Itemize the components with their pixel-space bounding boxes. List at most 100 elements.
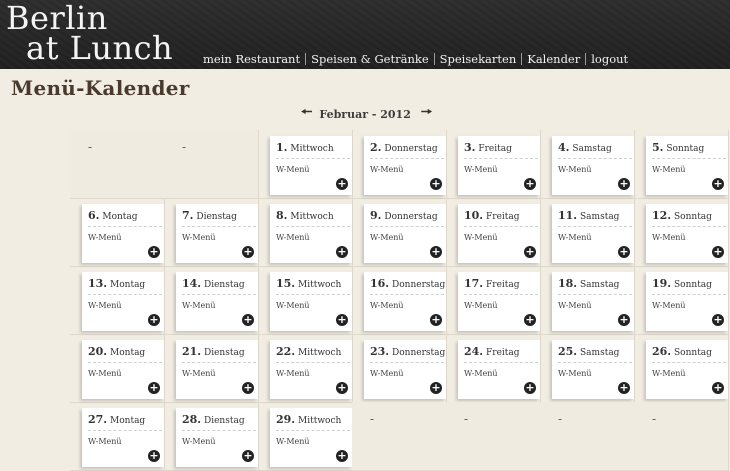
- add-menu-plus-icon[interactable]: +: [242, 314, 254, 326]
- menu-entry-link[interactable]: W-Menü: [652, 165, 686, 174]
- menu-entry-link[interactable]: W-Menü: [558, 233, 592, 242]
- day-card[interactable]: 8. Mittwoch W-Menü +: [270, 204, 352, 263]
- nav-speisekarten[interactable]: Speisekarten: [440, 52, 517, 66]
- day-card[interactable]: 16. Donnerstag W-Menü +: [364, 272, 446, 331]
- day-card[interactable]: 21. Dienstag W-Menü +: [176, 340, 258, 399]
- menu-entry-link[interactable]: W-Menü: [182, 369, 216, 378]
- add-menu-plus-icon[interactable]: +: [712, 178, 724, 190]
- add-menu-plus-icon[interactable]: +: [242, 246, 254, 258]
- day-card[interactable]: 25. Samstag W-Menü +: [552, 340, 634, 399]
- menu-entry-link[interactable]: W-Menü: [652, 301, 686, 310]
- add-menu-plus-icon[interactable]: +: [242, 382, 254, 394]
- menu-entry-link[interactable]: W-Menü: [182, 301, 216, 310]
- add-menu-plus-icon[interactable]: +: [618, 246, 630, 258]
- day-card[interactable]: 7. Dienstag W-Menü +: [176, 204, 258, 263]
- add-menu-plus-icon[interactable]: +: [712, 246, 724, 258]
- day-card[interactable]: 2. Donnerstag W-Menü +: [364, 136, 446, 195]
- menu-entry-link[interactable]: W-Menü: [370, 301, 404, 310]
- menu-entry-link[interactable]: W-Menü: [370, 165, 404, 174]
- calendar-cell: 28. Dienstag W-Menü +: [164, 402, 259, 471]
- day-card[interactable]: 12. Sonntag W-Menü +: [646, 204, 728, 263]
- add-menu-plus-icon[interactable]: +: [242, 450, 254, 462]
- add-menu-plus-icon[interactable]: +: [430, 178, 442, 190]
- add-menu-plus-icon[interactable]: +: [336, 314, 348, 326]
- day-card[interactable]: 27. Montag W-Menü +: [82, 408, 164, 467]
- menu-entry-link[interactable]: W-Menü: [88, 437, 122, 446]
- day-card[interactable]: 13. Montag W-Menü +: [82, 272, 164, 331]
- add-menu-plus-icon[interactable]: +: [336, 382, 348, 394]
- next-month-arrow-icon[interactable]: 🠖: [421, 103, 432, 125]
- add-menu-plus-icon[interactable]: +: [336, 450, 348, 462]
- menu-entry-link[interactable]: W-Menü: [88, 369, 122, 378]
- menu-entry-link[interactable]: W-Menü: [276, 437, 310, 446]
- menu-entry-link[interactable]: W-Menü: [276, 165, 310, 174]
- menu-entry-link[interactable]: W-Menü: [652, 369, 686, 378]
- menu-entry-link[interactable]: W-Menü: [558, 369, 592, 378]
- add-menu-plus-icon[interactable]: +: [712, 382, 724, 394]
- day-card[interactable]: 9. Donnerstag W-Menü +: [364, 204, 446, 263]
- nav-mein-restaurant[interactable]: mein Restaurant: [203, 52, 300, 66]
- day-card[interactable]: 26. Sonntag W-Menü +: [646, 340, 728, 399]
- day-card[interactable]: 24. Freitag W-Menü +: [458, 340, 540, 399]
- add-menu-plus-icon[interactable]: +: [148, 450, 160, 462]
- calendar-cell: 29. Mittwoch W-Menü +: [258, 402, 353, 471]
- day-card[interactable]: 15. Mittwoch W-Menü +: [270, 272, 352, 331]
- day-card[interactable]: 17. Freitag W-Menü +: [458, 272, 540, 331]
- day-card[interactable]: 28. Dienstag W-Menü +: [176, 408, 258, 467]
- day-card[interactable]: 3. Freitag W-Menü +: [458, 136, 540, 195]
- menu-entry-link[interactable]: W-Menü: [182, 233, 216, 242]
- menu-entry-link[interactable]: W-Menü: [88, 301, 122, 310]
- menu-entry-link[interactable]: W-Menü: [276, 233, 310, 242]
- day-card[interactable]: 1. Mittwoch W-Menü +: [270, 136, 352, 195]
- add-menu-plus-icon[interactable]: +: [430, 382, 442, 394]
- day-card[interactable]: 29. Mittwoch W-Menü +: [270, 408, 352, 467]
- add-menu-plus-icon[interactable]: +: [712, 314, 724, 326]
- add-menu-plus-icon[interactable]: +: [524, 246, 536, 258]
- menu-entry-link[interactable]: W-Menü: [276, 369, 310, 378]
- menu-entry-link[interactable]: W-Menü: [182, 437, 216, 446]
- nav-kalender[interactable]: Kalender: [527, 52, 580, 66]
- day-card[interactable]: 14. Dienstag W-Menü +: [176, 272, 258, 331]
- menu-entry-link[interactable]: W-Menü: [464, 165, 498, 174]
- add-menu-plus-icon[interactable]: +: [524, 382, 536, 394]
- add-menu-plus-icon[interactable]: +: [148, 246, 160, 258]
- add-menu-plus-icon[interactable]: +: [524, 178, 536, 190]
- day-card[interactable]: 20. Montag W-Menü +: [82, 340, 164, 399]
- day-card[interactable]: 19. Sonntag W-Menü +: [646, 272, 728, 331]
- nav-logout[interactable]: logout: [591, 52, 628, 66]
- card-divider: [652, 226, 726, 227]
- menu-entry-link[interactable]: W-Menü: [464, 301, 498, 310]
- menu-entry-link[interactable]: W-Menü: [370, 233, 404, 242]
- day-card[interactable]: 18. Samstag W-Menü +: [552, 272, 634, 331]
- add-menu-plus-icon[interactable]: +: [430, 246, 442, 258]
- add-menu-plus-icon[interactable]: +: [524, 314, 536, 326]
- menu-entry-link[interactable]: W-Menü: [558, 165, 592, 174]
- menu-entry-link[interactable]: W-Menü: [464, 369, 498, 378]
- add-menu-plus-icon[interactable]: +: [336, 246, 348, 258]
- menu-entry-link[interactable]: W-Menü: [558, 301, 592, 310]
- prev-month-arrow-icon[interactable]: 🠔: [301, 103, 312, 125]
- calendar-cell: 8. Mittwoch W-Menü +: [258, 198, 353, 267]
- add-menu-plus-icon[interactable]: +: [336, 178, 348, 190]
- day-card[interactable]: 6. Montag W-Menü +: [82, 204, 164, 263]
- add-menu-plus-icon[interactable]: +: [148, 382, 160, 394]
- day-card[interactable]: 23. Donnerstag W-Menü +: [364, 340, 446, 399]
- add-menu-plus-icon[interactable]: +: [618, 382, 630, 394]
- nav-speisen-getraenke[interactable]: Speisen & Getränke: [311, 52, 429, 66]
- day-card[interactable]: 11. Samstag W-Menü +: [552, 204, 634, 263]
- day-card[interactable]: 22. Mittwoch W-Menü +: [270, 340, 352, 399]
- menu-entry-link[interactable]: W-Menü: [464, 233, 498, 242]
- menu-entry-link[interactable]: W-Menü: [652, 233, 686, 242]
- day-card[interactable]: 5. Sonntag W-Menü +: [646, 136, 728, 195]
- empty-day-placeholder: -: [652, 412, 657, 426]
- day-card[interactable]: 4. Samstag W-Menü +: [552, 136, 634, 195]
- add-menu-plus-icon[interactable]: +: [618, 178, 630, 190]
- day-card[interactable]: 10. Freitag W-Menü +: [458, 204, 540, 263]
- menu-entry-link[interactable]: W-Menü: [88, 233, 122, 242]
- add-menu-plus-icon[interactable]: +: [148, 314, 160, 326]
- add-menu-plus-icon[interactable]: +: [430, 314, 442, 326]
- menu-entry-link[interactable]: W-Menü: [370, 369, 404, 378]
- site-logo[interactable]: Berlin at Lunch: [6, 2, 173, 64]
- add-menu-plus-icon[interactable]: +: [618, 314, 630, 326]
- menu-entry-link[interactable]: W-Menü: [276, 301, 310, 310]
